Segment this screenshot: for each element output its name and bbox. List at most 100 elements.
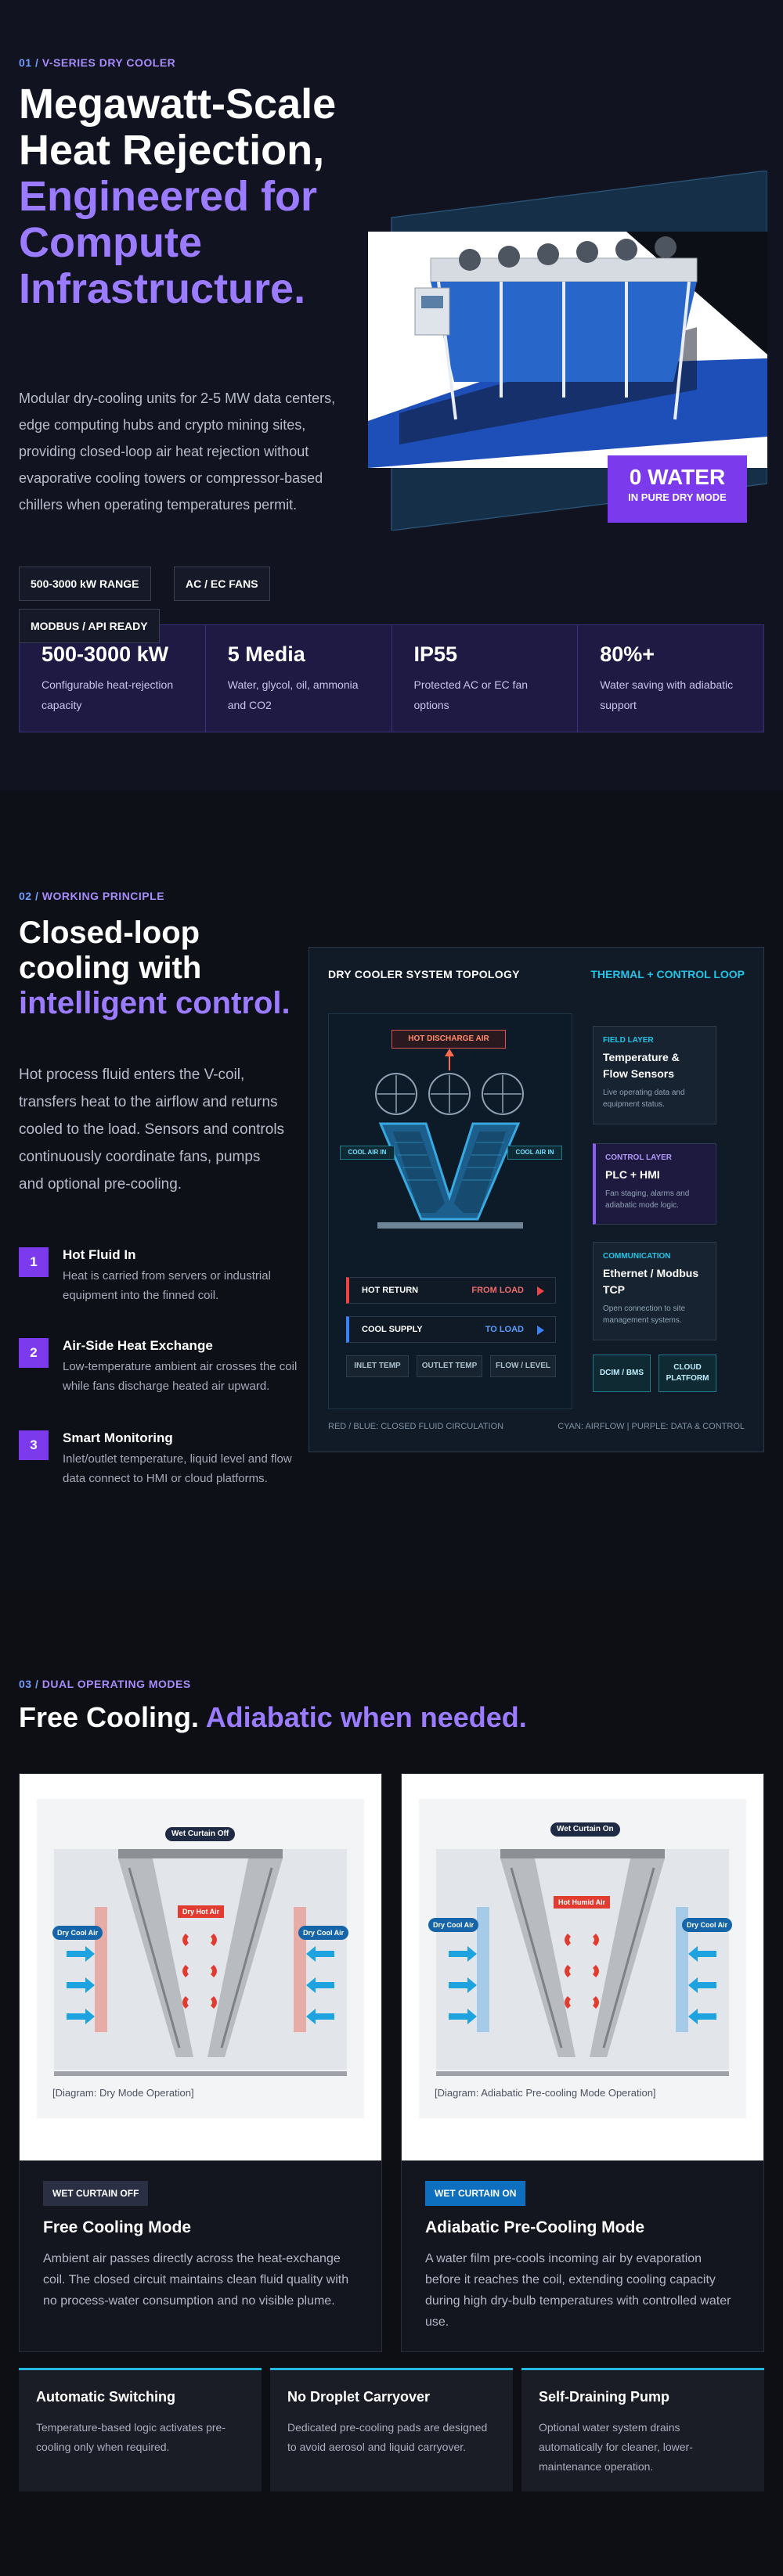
topology-legend-airflow: CYAN: AIRFLOW | PURPLE: DATA & CONTROL (557, 1422, 745, 1431)
mode-body: Ambient air passes directly across the h… (43, 2252, 349, 2308)
principle-eyebrow: 02 / WORKING PRINCIPLE (19, 890, 164, 902)
layer-body: Live operating data and equipment status… (603, 1088, 685, 1109)
to-load-label: TO LOAD (485, 1325, 524, 1334)
modes-title: Free Cooling. Adiabatic when needed. (19, 1701, 527, 1734)
step-number: 1 (19, 1247, 49, 1277)
layer-title: PLC + HMI (605, 1168, 660, 1181)
step-body: Inlet/outlet temperature, liquid level a… (63, 1452, 292, 1485)
wet-curtain-status-label: Wet Curtain Off (165, 1827, 236, 1841)
air-label-left: Dry Cool Air (52, 1926, 103, 1940)
wet-curtain-status-label: Wet Curtain On (550, 1822, 620, 1837)
sensor-flow-level: FLOW / LEVEL (490, 1355, 556, 1377)
flow-arrow-icon (537, 1326, 544, 1335)
chip-dcim-bms: DCIM / BMS (593, 1355, 651, 1392)
cool-supply-row: COOL SUPPLY TO LOAD (346, 1316, 556, 1343)
stat-value: 5 Media (227, 642, 305, 666)
layer-field: FIELD LAYER Temperature & Flow Sensors L… (593, 1026, 716, 1124)
air-label-right: Dry Cool Air (682, 1918, 733, 1932)
step-body: Heat is carried from servers or industri… (63, 1269, 271, 1302)
stat-label: Water, glycol, oil, ammonia and CO2 (227, 678, 359, 711)
stat-media: 5 Media Water, glycol, oil, ammonia and … (206, 625, 392, 732)
layer-body: Fan staging, alarms and adiabatic mode l… (605, 1189, 690, 1210)
feature-title: Self-Draining Pump (539, 2389, 670, 2405)
air-label-center: Hot Humid Air (554, 1896, 611, 1909)
adiabatic-mode-diagram: Wet Curtain On Dry Cool Air Dry Cool Air… (402, 1774, 763, 2160)
feature-title: No Droplet Carryover (287, 2389, 431, 2405)
air-label-center: Dry Hot Air (178, 1905, 225, 1918)
hero-section: 01 / V-SERIES DRY COOLER Megawatt-Scale … (0, 0, 783, 790)
free-cooling-card: Wet Curtain Off Dry Cool Air Dry Cool Ai… (19, 1773, 382, 2352)
mode-body: A water film pre-cools incoming air by e… (425, 2252, 731, 2329)
mode-title: Adiabatic Pre-Cooling Mode (425, 2218, 645, 2236)
mode-title: Free Cooling Mode (43, 2218, 191, 2236)
diagram-caption: [Diagram: Adiabatic Pre-cooling Mode Ope… (435, 2087, 656, 2099)
stat-label: Water saving with adiabatic support (600, 678, 734, 711)
principle-title-white: Closed-loop cooling with (19, 916, 202, 985)
step-hot-fluid: 1 Hot Fluid In Heat is carried from serv… (19, 1247, 285, 1310)
step-air-exchange: 2 Air-Side Heat Exchange Low-temperature… (19, 1338, 297, 1401)
principle-eyebrow-label: WORKING PRINCIPLE (41, 890, 165, 902)
stat-label: Protected AC or EC fan options (413, 678, 529, 711)
hot-return-row: HOT RETURN FROM LOAD (346, 1277, 556, 1304)
zero-water-badge: 0 WATER IN PURE DRY MODE (608, 455, 747, 523)
hero-title-white: Megawatt-Scale Heat Rejection, (19, 81, 337, 174)
stat-water-saving: 80%+ Water saving with adiabatic support (578, 625, 763, 732)
feature-title: Automatic Switching (36, 2389, 176, 2405)
principle-description: Hot process fluid enters the V-coil, tra… (19, 1067, 285, 1193)
topology-title: DRY COOLER SYSTEM TOPOLOGY (328, 968, 520, 980)
step-title: Air-Side Heat Exchange (63, 1338, 213, 1353)
stat-label: Configurable heat-rejection capacity (41, 678, 174, 711)
modes-eyebrow-label: DUAL OPERATING MODES (41, 1678, 191, 1690)
adiabatic-card: Wet Curtain On Dry Cool Air Dry Cool Air… (401, 1773, 764, 2352)
wet-curtain-on-badge: WET CURTAIN ON (425, 2181, 526, 2206)
thermal-loop-diagram: HOT DISCHARGE AIR COOL AIR IN COOL AIR I… (328, 1013, 572, 1409)
cool-air-in-right: COOL AIR IN (507, 1146, 562, 1160)
stat-value: 80%+ (600, 642, 655, 666)
hero-eyebrow-num: 01 / (19, 56, 39, 69)
layer-title: Temperature & Flow Sensors (603, 1051, 680, 1080)
zero-water-value: 0 WATER (629, 465, 726, 489)
layer-kicker: FIELD LAYER (603, 1036, 654, 1045)
hero-title-accent: Engineered for Compute Infrastructure. (19, 173, 318, 312)
hero-title: Megawatt-Scale Heat Rejection, Engineere… (19, 81, 363, 312)
tag-fans: AC / EC FANS (174, 567, 270, 601)
hero-eyebrow: 01 / V-SERIES DRY COOLER (19, 56, 175, 69)
step-body: Low-temperature ambient air crosses the … (63, 1360, 298, 1393)
step-title: Smart Monitoring (63, 1430, 173, 1445)
stat-value: IP55 (413, 642, 458, 666)
hero-eyebrow-label: V-SERIES DRY COOLER (41, 56, 176, 69)
wet-curtain-off-badge: WET CURTAIN OFF (43, 2181, 149, 2206)
layer-communication: COMMUNICATION Ethernet / Modbus TCP Open… (593, 1242, 716, 1340)
step-number: 2 (19, 1338, 49, 1368)
modes-eyebrow: 03 / DUAL OPERATING MODES (19, 1678, 191, 1690)
layer-control: CONTROL LAYER PLC + HMI Fan staging, ala… (593, 1143, 716, 1225)
principle-title: Closed-loop cooling with intelligent con… (19, 916, 301, 1021)
air-label-right: Dry Cool Air (298, 1926, 349, 1940)
stat-value: 500-3000 kW (41, 642, 169, 666)
step-number: 3 (19, 1430, 49, 1460)
layer-kicker: COMMUNICATION (603, 1252, 671, 1261)
cool-supply-label: COOL SUPPLY (362, 1325, 423, 1334)
feature-automatic-switching: Automatic Switching Temperature-based lo… (19, 2368, 262, 2491)
layer-kicker: CONTROL LAYER (605, 1153, 673, 1162)
modes-title-white: Free Cooling. (19, 1701, 200, 1733)
feature-self-draining: Self-Draining Pump Optional water system… (521, 2368, 764, 2491)
hot-return-label: HOT RETURN (362, 1286, 419, 1295)
tag-modbus: MODBUS / API READY (19, 609, 160, 643)
from-load-label: FROM LOAD (471, 1286, 524, 1295)
cool-air-in-left: COOL AIR IN (340, 1146, 395, 1160)
step-smart-monitoring: 3 Smart Monitoring Inlet/outlet temperat… (19, 1430, 292, 1493)
diagram-caption: [Diagram: Dry Mode Operation] (52, 2087, 194, 2099)
feature-body: Optional water system drains automatical… (539, 2421, 693, 2473)
sensor-outlet-temp: OUTLET TEMP (417, 1355, 482, 1377)
sensor-inlet-temp: INLET TEMP (346, 1355, 409, 1377)
system-topology-panel: DRY COOLER SYSTEM TOPOLOGY THERMAL + CON… (309, 947, 764, 1452)
page: 01 / V-SERIES DRY COOLER Megawatt-Scale … (0, 0, 783, 2576)
modes-eyebrow-num: 03 / (19, 1678, 39, 1690)
dry-mode-diagram: Wet Curtain Off Dry Cool Air Dry Cool Ai… (20, 1774, 381, 2160)
tag-kw-range: 500-3000 kW RANGE (19, 567, 151, 601)
layer-body: Open connection to site management syste… (603, 1304, 686, 1325)
air-label-left: Dry Cool Air (428, 1918, 479, 1932)
topology-legend-fluid: RED / BLUE: CLOSED FLUID CIRCULATION (328, 1422, 504, 1431)
chip-cloud-platform: CLOUD PLATFORM (659, 1355, 716, 1392)
